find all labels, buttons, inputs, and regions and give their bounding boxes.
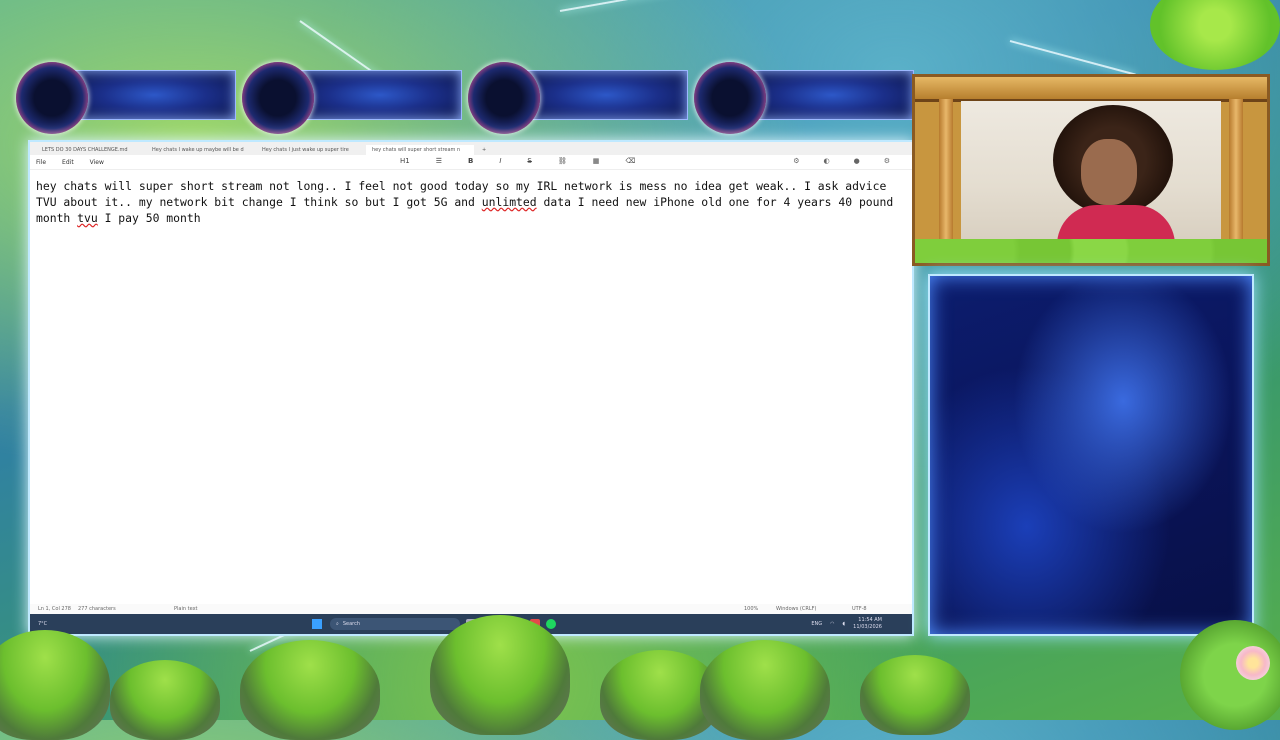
heading-dropdown[interactable]: H1 — [400, 157, 410, 165]
clock-date: 11/03/2026 — [853, 624, 882, 630]
mossy-rock — [0, 630, 110, 740]
energy-bar — [298, 70, 462, 120]
italic-button[interactable]: I — [499, 157, 501, 165]
orb-bar-2 — [242, 58, 462, 138]
frame-post — [939, 99, 953, 239]
mossy-rock — [240, 640, 380, 740]
menu-bar: File Edit View H1 ☰ B I S ⛓ ▦ ⌫ ⚙ ◐ ● ⚙ — [30, 155, 912, 170]
tab-1[interactable]: LETS DO 30 DAYS CHALLENGE.md — [36, 145, 144, 155]
format-toolbar: H1 ☰ B I S ⛓ ▦ ⌫ — [400, 157, 651, 165]
line-ending[interactable]: Windows (CRLF) — [776, 606, 816, 612]
editor-text: I pay 50 month — [97, 211, 201, 225]
orb-bar-4 — [694, 58, 914, 138]
copilot-icon[interactable]: ◐ — [824, 157, 830, 165]
status-bar: Ln 1, Col 278 277 characters Plain text … — [30, 604, 912, 614]
mossy-rock — [860, 655, 970, 735]
tab-4-active[interactable]: hey chats will super short stream n — [366, 145, 474, 155]
search-placeholder: Search — [342, 621, 360, 627]
spotify-icon[interactable] — [546, 619, 556, 629]
energy-bar — [750, 70, 914, 120]
mossy-rock — [430, 615, 570, 735]
cursor-position: Ln 1, Col 278 — [38, 606, 71, 612]
text-editor[interactable]: hey chats will super short stream not lo… — [36, 178, 904, 226]
energy-bar — [72, 70, 236, 120]
gear-icon[interactable]: ⚙ — [884, 157, 890, 165]
character-count: 277 characters — [78, 606, 116, 612]
notepad-window: LETS DO 30 DAYS CHALLENGE.md Hey chats I… — [28, 140, 914, 636]
webcam-frame — [912, 74, 1270, 266]
streamer-shirt — [1057, 205, 1175, 243]
energy-bar — [524, 70, 688, 120]
new-tab-button[interactable]: + — [476, 145, 492, 155]
list-icon[interactable]: ☰ — [436, 157, 442, 165]
language-indicator[interactable]: ENG — [811, 621, 822, 627]
mossy-rock — [110, 660, 220, 740]
strikethrough-button[interactable]: S — [527, 157, 531, 165]
encoding[interactable]: UTF-8 — [852, 606, 867, 612]
water-panel — [928, 274, 1254, 636]
bold-button[interactable]: B — [468, 157, 473, 165]
menu-edit[interactable]: Edit — [62, 159, 74, 166]
misspelled-word: tvu — [77, 211, 98, 225]
table-icon[interactable]: ▦ — [593, 157, 600, 165]
portal-orb — [16, 62, 88, 134]
menu-file[interactable]: File — [36, 159, 46, 166]
clock[interactable]: 11:54 AM 11/03/2026 — [853, 617, 882, 631]
lightning-streak — [1009, 40, 1136, 76]
weather-widget[interactable]: 7°C — [38, 621, 47, 627]
zoom-level[interactable]: 100% — [744, 606, 758, 612]
system-tray: ENG ◠ ◖ 11:54 AM 11/03/2026 — [811, 617, 882, 631]
wifi-icon[interactable]: ◠ — [830, 621, 834, 627]
lotus-flower — [1236, 646, 1270, 680]
orb-bar-1 — [16, 58, 236, 138]
link-icon[interactable]: ⛓ — [558, 157, 567, 165]
misspelled-word: unlimted — [481, 195, 537, 209]
lightning-streak — [559, 0, 718, 12]
menu-view[interactable]: View — [90, 159, 104, 166]
tab-3[interactable]: Hey chats I just wake up super tire — [256, 145, 364, 155]
tab-bar: LETS DO 30 DAYS CHALLENGE.md Hey chats I… — [30, 142, 912, 155]
taskbar-search[interactable]: ⌕ Search — [330, 618, 460, 630]
streamer-face — [1081, 139, 1137, 205]
clock-time: 11:54 AM — [858, 617, 882, 623]
avatar[interactable]: ● — [854, 157, 860, 165]
portal-orb — [468, 62, 540, 134]
orb-banner — [16, 58, 916, 138]
portal-orb — [242, 62, 314, 134]
portal-orb — [694, 62, 766, 134]
window-controls: ⚙ ◐ ● ⚙ — [793, 157, 906, 165]
frame-post — [1229, 99, 1243, 239]
volume-icon[interactable]: ◖ — [843, 621, 846, 627]
search-icon: ⌕ — [336, 621, 339, 627]
orb-bar-3 — [468, 58, 688, 138]
text-format[interactable]: Plain text — [174, 606, 197, 612]
windows-start-icon[interactable] — [312, 619, 322, 629]
torii-roof — [915, 77, 1267, 102]
settings-icon[interactable]: ⚙ — [793, 157, 799, 165]
clear-format-icon[interactable]: ⌫ — [625, 157, 635, 165]
mossy-rocks — [915, 239, 1267, 263]
leaf-decoration — [1150, 0, 1280, 70]
webcam-video — [961, 101, 1221, 243]
tab-2[interactable]: Hey chats I wake up maybe will be d — [146, 145, 254, 155]
mossy-rock — [700, 640, 830, 740]
